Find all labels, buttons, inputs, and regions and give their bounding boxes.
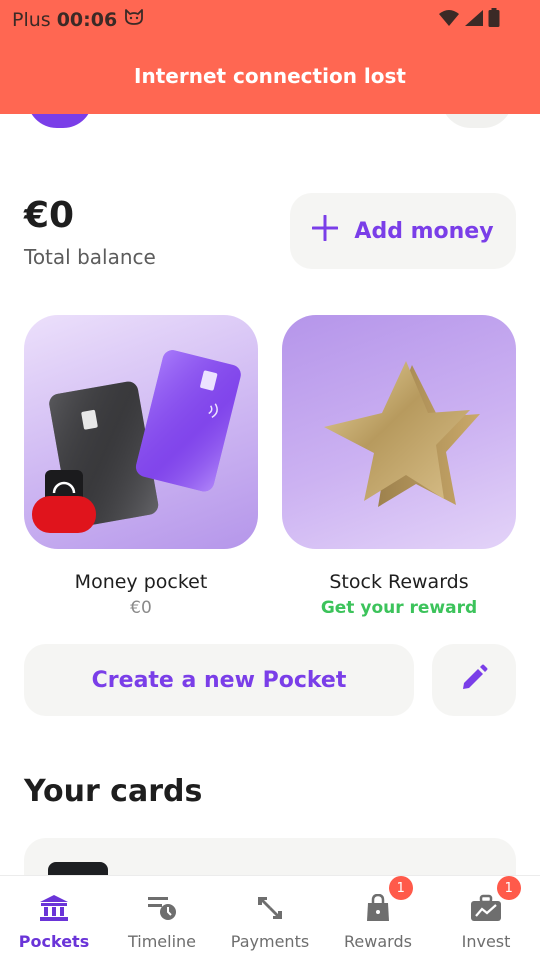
nav-invest[interactable]: 1 Invest (432, 876, 540, 960)
shopping-bag-icon (363, 892, 393, 924)
money-pocket-balance: €0 (130, 598, 152, 618)
cards-illustration (32, 350, 241, 533)
status-time: 00:06 (56, 8, 118, 31)
add-money-button[interactable]: Add money (290, 193, 516, 269)
nav-payments[interactable]: Payments (216, 876, 324, 960)
status-bar-left: Plus 00:06 (12, 7, 145, 32)
total-balance-label: Total balance (24, 245, 156, 269)
rewards-badge: 1 (388, 876, 413, 900)
transfer-arrows-icon (255, 892, 285, 924)
nav-timeline-label: Timeline (127, 932, 197, 951)
get-reward-link[interactable]: Get your reward (282, 598, 516, 618)
banner-message: Internet connection lost (134, 64, 406, 88)
carrier-name: Plus (12, 8, 51, 31)
star-illustration (324, 361, 480, 507)
create-pocket-label: Create a new Pocket (91, 667, 347, 693)
battery-icon (488, 8, 500, 32)
app-screen: Plus 00:06 Internet connection lost €0 T… (0, 0, 540, 960)
plus-icon (311, 214, 339, 247)
nav-pockets-label: Pockets (18, 932, 90, 951)
nav-rewards-label: Rewards (344, 932, 412, 951)
connection-lost-banner: Plus 00:06 Internet connection lost (0, 0, 540, 114)
bottom-navigation: Pockets Timeline Payments 1 Rewards 1 In… (0, 875, 540, 960)
timeline-icon (147, 892, 177, 924)
total-balance-amount: €0 (24, 195, 75, 236)
signal-icon (464, 9, 484, 31)
nav-timeline[interactable]: Timeline (108, 876, 216, 960)
money-pocket-tile[interactable] (24, 315, 258, 549)
stock-rewards-tile[interactable] (282, 315, 516, 549)
create-pocket-button[interactable]: Create a new Pocket (24, 644, 414, 716)
wifi-icon (438, 9, 460, 31)
status-bar-right (438, 8, 500, 32)
edit-pockets-button[interactable] (432, 644, 516, 716)
add-money-label: Add money (354, 218, 494, 244)
stock-rewards-name: Stock Rewards (329, 571, 469, 593)
nav-invest-label: Invest (461, 932, 511, 951)
nav-rewards[interactable]: 1 Rewards (324, 876, 432, 960)
money-pocket-name: Money pocket (74, 571, 208, 593)
nav-pockets[interactable]: Pockets (0, 876, 108, 960)
pencil-icon (459, 663, 489, 697)
cat-notification-icon (123, 7, 145, 32)
your-cards-title: Your cards (24, 774, 203, 809)
nav-payments-label: Payments (230, 932, 310, 951)
invest-badge: 1 (496, 876, 521, 900)
bank-icon (39, 892, 69, 924)
briefcase-chart-icon (470, 892, 502, 924)
